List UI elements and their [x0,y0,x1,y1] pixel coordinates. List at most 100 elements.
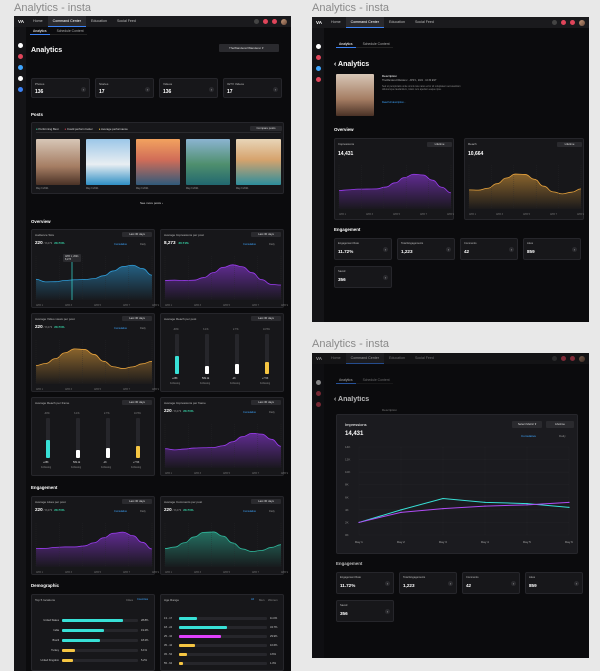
chevron-right-icon[interactable]: › [385,581,390,586]
avatar[interactable] [579,19,585,26]
facebook-icon[interactable] [17,87,23,92]
notification-icon[interactable] [561,356,566,361]
nav-social-feed[interactable]: Social Feed [112,16,141,27]
top-nav: VA Home Command Center Education Social … [14,16,291,27]
avatar[interactable] [579,355,585,362]
instagram-icon[interactable] [17,43,23,48]
search-icon[interactable] [552,20,557,25]
desc-text: Sed ut perspiciatis unde omnis iste natu… [382,85,461,91]
instagram-icon[interactable] [315,44,321,49]
see-more-posts-link[interactable]: See more posts › [140,201,163,205]
post-photo-1[interactable] [36,139,80,185]
engagement-tile[interactable]: Likes 859 › [525,572,583,594]
stat-card[interactable]: Stories 17 › [95,78,154,98]
bar-value: +7.5K [133,461,140,464]
account-select[interactable]: TheWanderer/Wanderer ▾ [219,44,279,52]
tab-analytics[interactable]: Analytics [30,27,50,35]
nav-education[interactable]: Education [86,16,112,27]
message-icon[interactable] [570,356,575,361]
chart-tooltip: APR 1, 2021 8,273 [63,254,81,262]
chevron-right-icon[interactable]: › [383,247,388,252]
nav-command-center[interactable]: Command Center [47,16,86,27]
chevron-right-icon[interactable]: › [509,247,514,252]
tab-countries[interactable]: Countries [137,598,148,601]
post-photo-4[interactable] [186,139,230,185]
tab-cities[interactable]: Cities [126,598,133,602]
filter-better[interactable]: ● Could perform better [65,127,93,131]
engagement-tile[interactable]: Comments 42 › [462,572,520,594]
pinterest-icon[interactable] [315,77,321,82]
tab-schedule-content[interactable]: Schedule Content [54,27,87,35]
filter-best[interactable]: ● Performing Best [36,127,59,131]
chevron-right-icon[interactable]: › [81,87,86,92]
engagement-tile[interactable]: Engagement Rate 11.72% › [336,572,394,594]
bar-fill [265,362,269,374]
pinterest-icon[interactable] [315,402,321,407]
saved-tile[interactable]: Saved 356 › [336,600,394,622]
nav-home[interactable]: Home [28,16,48,27]
youtube-icon[interactable] [17,54,23,59]
tab-analytics[interactable]: Analytics [336,40,356,48]
nav-command-center[interactable]: Command Center [345,353,384,364]
bar-value: +28K [43,461,49,464]
notification-icon[interactable] [561,20,566,25]
nav-social-feed[interactable]: Social Feed [410,17,439,28]
stat-card[interactable]: IGTV Videos 17 › [223,78,282,98]
tiktok-icon[interactable] [17,76,23,81]
nav-social-feed[interactable]: Social Feed [410,353,439,364]
engagement-tile[interactable]: Likes 859 › [523,238,581,260]
tab-men[interactable]: Men [259,598,264,602]
search-icon[interactable] [552,356,557,361]
message-icon[interactable] [570,20,575,25]
chevron-right-icon[interactable]: › [209,87,214,92]
post-photo-2[interactable] [86,139,130,185]
nav-education[interactable]: Education [384,17,410,28]
filter-average[interactable]: ● Average performance [99,127,128,131]
chevron-right-icon[interactable]: › [145,87,150,92]
chevron-right-icon[interactable]: › [385,609,390,614]
tab-analytics[interactable]: Analytics [336,376,356,384]
bar-label: Following [101,466,112,469]
tab-all[interactable]: All [251,598,254,601]
tab-schedule-content[interactable]: Schedule Content [360,376,393,384]
age-name: 45 - 54 [164,653,173,656]
chevron-right-icon[interactable]: › [383,275,388,280]
engagement-tile[interactable]: Comments 42 › [460,238,518,260]
read-more-link[interactable]: Read full description... [382,101,406,104]
twitter-icon[interactable] [315,66,321,71]
compare-posts-button[interactable]: Compare posts [250,126,282,131]
nav-education[interactable]: Education [384,353,410,364]
chevron-right-icon[interactable]: › [446,247,451,252]
nav-command-center[interactable]: Command Center [345,17,384,28]
avatar[interactable] [281,18,287,25]
stat-card[interactable]: Videos 136 › [159,78,218,98]
saved-tile[interactable]: Saved 356 › [334,266,392,288]
post-photo-3[interactable] [136,139,180,185]
twitter-icon[interactable] [17,65,23,70]
tab-description[interactable]: Description [382,408,397,412]
search-icon[interactable] [254,19,259,24]
youtube-icon[interactable] [315,55,321,60]
chevron-right-icon[interactable]: › [448,581,453,586]
tab-women[interactable]: Women [268,598,278,602]
engagement-tile[interactable]: Total Engagements 1,223 › [399,572,457,594]
notification-icon[interactable] [263,19,268,24]
chevron-right-icon[interactable]: › [511,581,516,586]
message-icon[interactable] [272,19,277,24]
nav-home[interactable]: Home [326,353,346,364]
engagement-tile[interactable]: Total Engagements 1,223 › [397,238,455,260]
chevron-right-icon[interactable]: › [572,247,577,252]
x-tick: APR 3 [65,571,73,574]
age-range-card: Age Range All Men Women 13 - 17 11.0% 18 -… [160,594,284,671]
stat-card[interactable]: Photos 136 › [31,78,90,98]
engagement-tile[interactable]: Engagement Rate 11.72% › [334,238,392,260]
instagram-icon[interactable] [315,380,321,385]
youtube-icon[interactable] [315,391,321,396]
impressions-line-chart: 14K 12K 10K 8K 6K 4K 2K 0K Day 1 Day 2 Day 3 Day 4 D… [345,445,573,544]
nav-home[interactable]: Home [326,17,346,28]
engagement-title: Engagement [334,227,361,232]
chevron-right-icon[interactable]: › [574,581,579,586]
tab-schedule-content[interactable]: Schedule Content [360,40,393,48]
post-photo-5[interactable] [236,139,281,185]
chevron-right-icon[interactable]: › [273,87,278,92]
